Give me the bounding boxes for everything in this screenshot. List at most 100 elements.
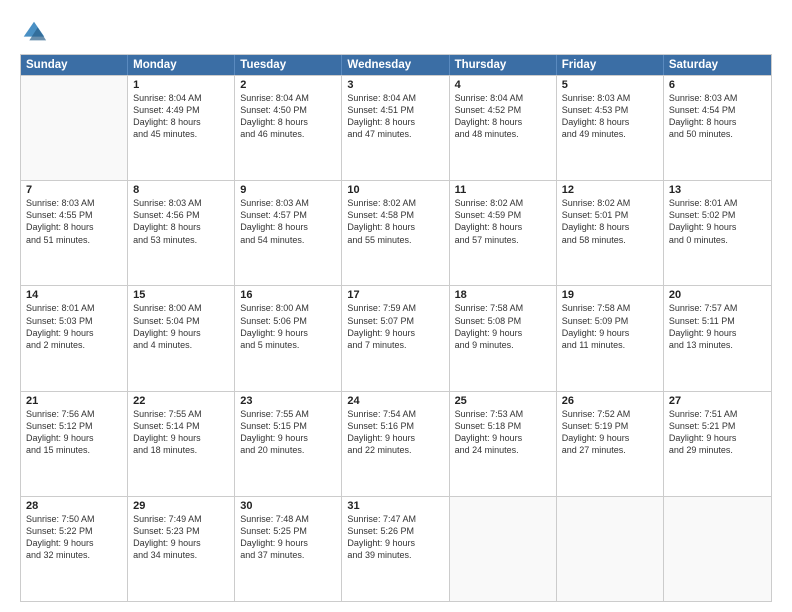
day-number: 9 <box>240 184 336 196</box>
day-number: 30 <box>240 500 336 512</box>
calendar-row-1: 1Sunrise: 8:04 AM Sunset: 4:49 PM Daylig… <box>21 75 771 180</box>
day-number: 1 <box>133 79 229 91</box>
day-number: 11 <box>455 184 551 196</box>
calendar-cell: 28Sunrise: 7:50 AM Sunset: 5:22 PM Dayli… <box>21 497 128 601</box>
calendar-cell: 27Sunrise: 7:51 AM Sunset: 5:21 PM Dayli… <box>664 392 771 496</box>
day-info: Sunrise: 8:03 AM Sunset: 4:55 PM Dayligh… <box>26 197 122 246</box>
day-info: Sunrise: 8:04 AM Sunset: 4:51 PM Dayligh… <box>347 92 443 141</box>
calendar-cell: 20Sunrise: 7:57 AM Sunset: 5:11 PM Dayli… <box>664 286 771 390</box>
calendar-cell: 13Sunrise: 8:01 AM Sunset: 5:02 PM Dayli… <box>664 181 771 285</box>
calendar-cell: 11Sunrise: 8:02 AM Sunset: 4:59 PM Dayli… <box>450 181 557 285</box>
calendar-cell: 2Sunrise: 8:04 AM Sunset: 4:50 PM Daylig… <box>235 76 342 180</box>
day-info: Sunrise: 8:04 AM Sunset: 4:52 PM Dayligh… <box>455 92 551 141</box>
calendar: SundayMondayTuesdayWednesdayThursdayFrid… <box>20 54 772 602</box>
day-info: Sunrise: 7:51 AM Sunset: 5:21 PM Dayligh… <box>669 408 766 457</box>
day-info: Sunrise: 7:47 AM Sunset: 5:26 PM Dayligh… <box>347 513 443 562</box>
calendar-cell: 8Sunrise: 8:03 AM Sunset: 4:56 PM Daylig… <box>128 181 235 285</box>
calendar-row-5: 28Sunrise: 7:50 AM Sunset: 5:22 PM Dayli… <box>21 496 771 601</box>
day-info: Sunrise: 7:58 AM Sunset: 5:08 PM Dayligh… <box>455 302 551 351</box>
calendar-cell: 14Sunrise: 8:01 AM Sunset: 5:03 PM Dayli… <box>21 286 128 390</box>
calendar-cell: 17Sunrise: 7:59 AM Sunset: 5:07 PM Dayli… <box>342 286 449 390</box>
day-number: 10 <box>347 184 443 196</box>
day-info: Sunrise: 8:01 AM Sunset: 5:03 PM Dayligh… <box>26 302 122 351</box>
day-info: Sunrise: 8:02 AM Sunset: 5:01 PM Dayligh… <box>562 197 658 246</box>
calendar-cell: 12Sunrise: 8:02 AM Sunset: 5:01 PM Dayli… <box>557 181 664 285</box>
day-number: 28 <box>26 500 122 512</box>
page: SundayMondayTuesdayWednesdayThursdayFrid… <box>0 0 792 612</box>
logo-icon <box>20 18 48 46</box>
day-number: 8 <box>133 184 229 196</box>
day-number: 19 <box>562 289 658 301</box>
day-info: Sunrise: 8:03 AM Sunset: 4:54 PM Dayligh… <box>669 92 766 141</box>
header-day-saturday: Saturday <box>664 55 771 75</box>
calendar-row-4: 21Sunrise: 7:56 AM Sunset: 5:12 PM Dayli… <box>21 391 771 496</box>
calendar-cell <box>450 497 557 601</box>
day-number: 21 <box>26 395 122 407</box>
day-number: 18 <box>455 289 551 301</box>
header-day-sunday: Sunday <box>21 55 128 75</box>
calendar-header: SundayMondayTuesdayWednesdayThursdayFrid… <box>21 55 771 75</box>
day-number: 17 <box>347 289 443 301</box>
day-info: Sunrise: 7:50 AM Sunset: 5:22 PM Dayligh… <box>26 513 122 562</box>
day-info: Sunrise: 8:04 AM Sunset: 4:50 PM Dayligh… <box>240 92 336 141</box>
day-number: 25 <box>455 395 551 407</box>
day-info: Sunrise: 8:03 AM Sunset: 4:56 PM Dayligh… <box>133 197 229 246</box>
day-info: Sunrise: 8:04 AM Sunset: 4:49 PM Dayligh… <box>133 92 229 141</box>
day-number: 5 <box>562 79 658 91</box>
day-number: 16 <box>240 289 336 301</box>
day-info: Sunrise: 7:58 AM Sunset: 5:09 PM Dayligh… <box>562 302 658 351</box>
day-info: Sunrise: 8:03 AM Sunset: 4:57 PM Dayligh… <box>240 197 336 246</box>
day-number: 31 <box>347 500 443 512</box>
calendar-cell: 15Sunrise: 8:00 AM Sunset: 5:04 PM Dayli… <box>128 286 235 390</box>
calendar-row-3: 14Sunrise: 8:01 AM Sunset: 5:03 PM Dayli… <box>21 285 771 390</box>
calendar-cell: 5Sunrise: 8:03 AM Sunset: 4:53 PM Daylig… <box>557 76 664 180</box>
day-info: Sunrise: 8:03 AM Sunset: 4:53 PM Dayligh… <box>562 92 658 141</box>
day-number: 13 <box>669 184 766 196</box>
day-info: Sunrise: 8:02 AM Sunset: 4:59 PM Dayligh… <box>455 197 551 246</box>
calendar-cell <box>664 497 771 601</box>
day-number: 7 <box>26 184 122 196</box>
day-info: Sunrise: 8:01 AM Sunset: 5:02 PM Dayligh… <box>669 197 766 246</box>
day-info: Sunrise: 7:56 AM Sunset: 5:12 PM Dayligh… <box>26 408 122 457</box>
calendar-cell: 24Sunrise: 7:54 AM Sunset: 5:16 PM Dayli… <box>342 392 449 496</box>
calendar-cell: 21Sunrise: 7:56 AM Sunset: 5:12 PM Dayli… <box>21 392 128 496</box>
calendar-cell: 6Sunrise: 8:03 AM Sunset: 4:54 PM Daylig… <box>664 76 771 180</box>
day-number: 15 <box>133 289 229 301</box>
day-info: Sunrise: 7:49 AM Sunset: 5:23 PM Dayligh… <box>133 513 229 562</box>
day-number: 26 <box>562 395 658 407</box>
calendar-cell <box>557 497 664 601</box>
day-number: 6 <box>669 79 766 91</box>
calendar-cell: 9Sunrise: 8:03 AM Sunset: 4:57 PM Daylig… <box>235 181 342 285</box>
day-info: Sunrise: 7:57 AM Sunset: 5:11 PM Dayligh… <box>669 302 766 351</box>
calendar-cell: 7Sunrise: 8:03 AM Sunset: 4:55 PM Daylig… <box>21 181 128 285</box>
calendar-cell: 29Sunrise: 7:49 AM Sunset: 5:23 PM Dayli… <box>128 497 235 601</box>
day-number: 24 <box>347 395 443 407</box>
day-info: Sunrise: 8:02 AM Sunset: 4:58 PM Dayligh… <box>347 197 443 246</box>
header <box>20 18 772 46</box>
day-number: 23 <box>240 395 336 407</box>
calendar-cell: 30Sunrise: 7:48 AM Sunset: 5:25 PM Dayli… <box>235 497 342 601</box>
day-number: 20 <box>669 289 766 301</box>
calendar-cell: 25Sunrise: 7:53 AM Sunset: 5:18 PM Dayli… <box>450 392 557 496</box>
calendar-cell: 1Sunrise: 8:04 AM Sunset: 4:49 PM Daylig… <box>128 76 235 180</box>
day-info: Sunrise: 7:52 AM Sunset: 5:19 PM Dayligh… <box>562 408 658 457</box>
day-info: Sunrise: 8:00 AM Sunset: 5:04 PM Dayligh… <box>133 302 229 351</box>
calendar-cell: 16Sunrise: 8:00 AM Sunset: 5:06 PM Dayli… <box>235 286 342 390</box>
calendar-cell <box>21 76 128 180</box>
day-number: 29 <box>133 500 229 512</box>
day-info: Sunrise: 7:59 AM Sunset: 5:07 PM Dayligh… <box>347 302 443 351</box>
calendar-cell: 18Sunrise: 7:58 AM Sunset: 5:08 PM Dayli… <box>450 286 557 390</box>
header-day-monday: Monday <box>128 55 235 75</box>
logo <box>20 18 52 46</box>
calendar-cell: 26Sunrise: 7:52 AM Sunset: 5:19 PM Dayli… <box>557 392 664 496</box>
calendar-row-2: 7Sunrise: 8:03 AM Sunset: 4:55 PM Daylig… <box>21 180 771 285</box>
header-day-friday: Friday <box>557 55 664 75</box>
calendar-body: 1Sunrise: 8:04 AM Sunset: 4:49 PM Daylig… <box>21 75 771 601</box>
calendar-cell: 31Sunrise: 7:47 AM Sunset: 5:26 PM Dayli… <box>342 497 449 601</box>
day-number: 2 <box>240 79 336 91</box>
calendar-cell: 4Sunrise: 8:04 AM Sunset: 4:52 PM Daylig… <box>450 76 557 180</box>
day-number: 3 <box>347 79 443 91</box>
calendar-cell: 23Sunrise: 7:55 AM Sunset: 5:15 PM Dayli… <box>235 392 342 496</box>
calendar-cell: 3Sunrise: 8:04 AM Sunset: 4:51 PM Daylig… <box>342 76 449 180</box>
calendar-cell: 22Sunrise: 7:55 AM Sunset: 5:14 PM Dayli… <box>128 392 235 496</box>
